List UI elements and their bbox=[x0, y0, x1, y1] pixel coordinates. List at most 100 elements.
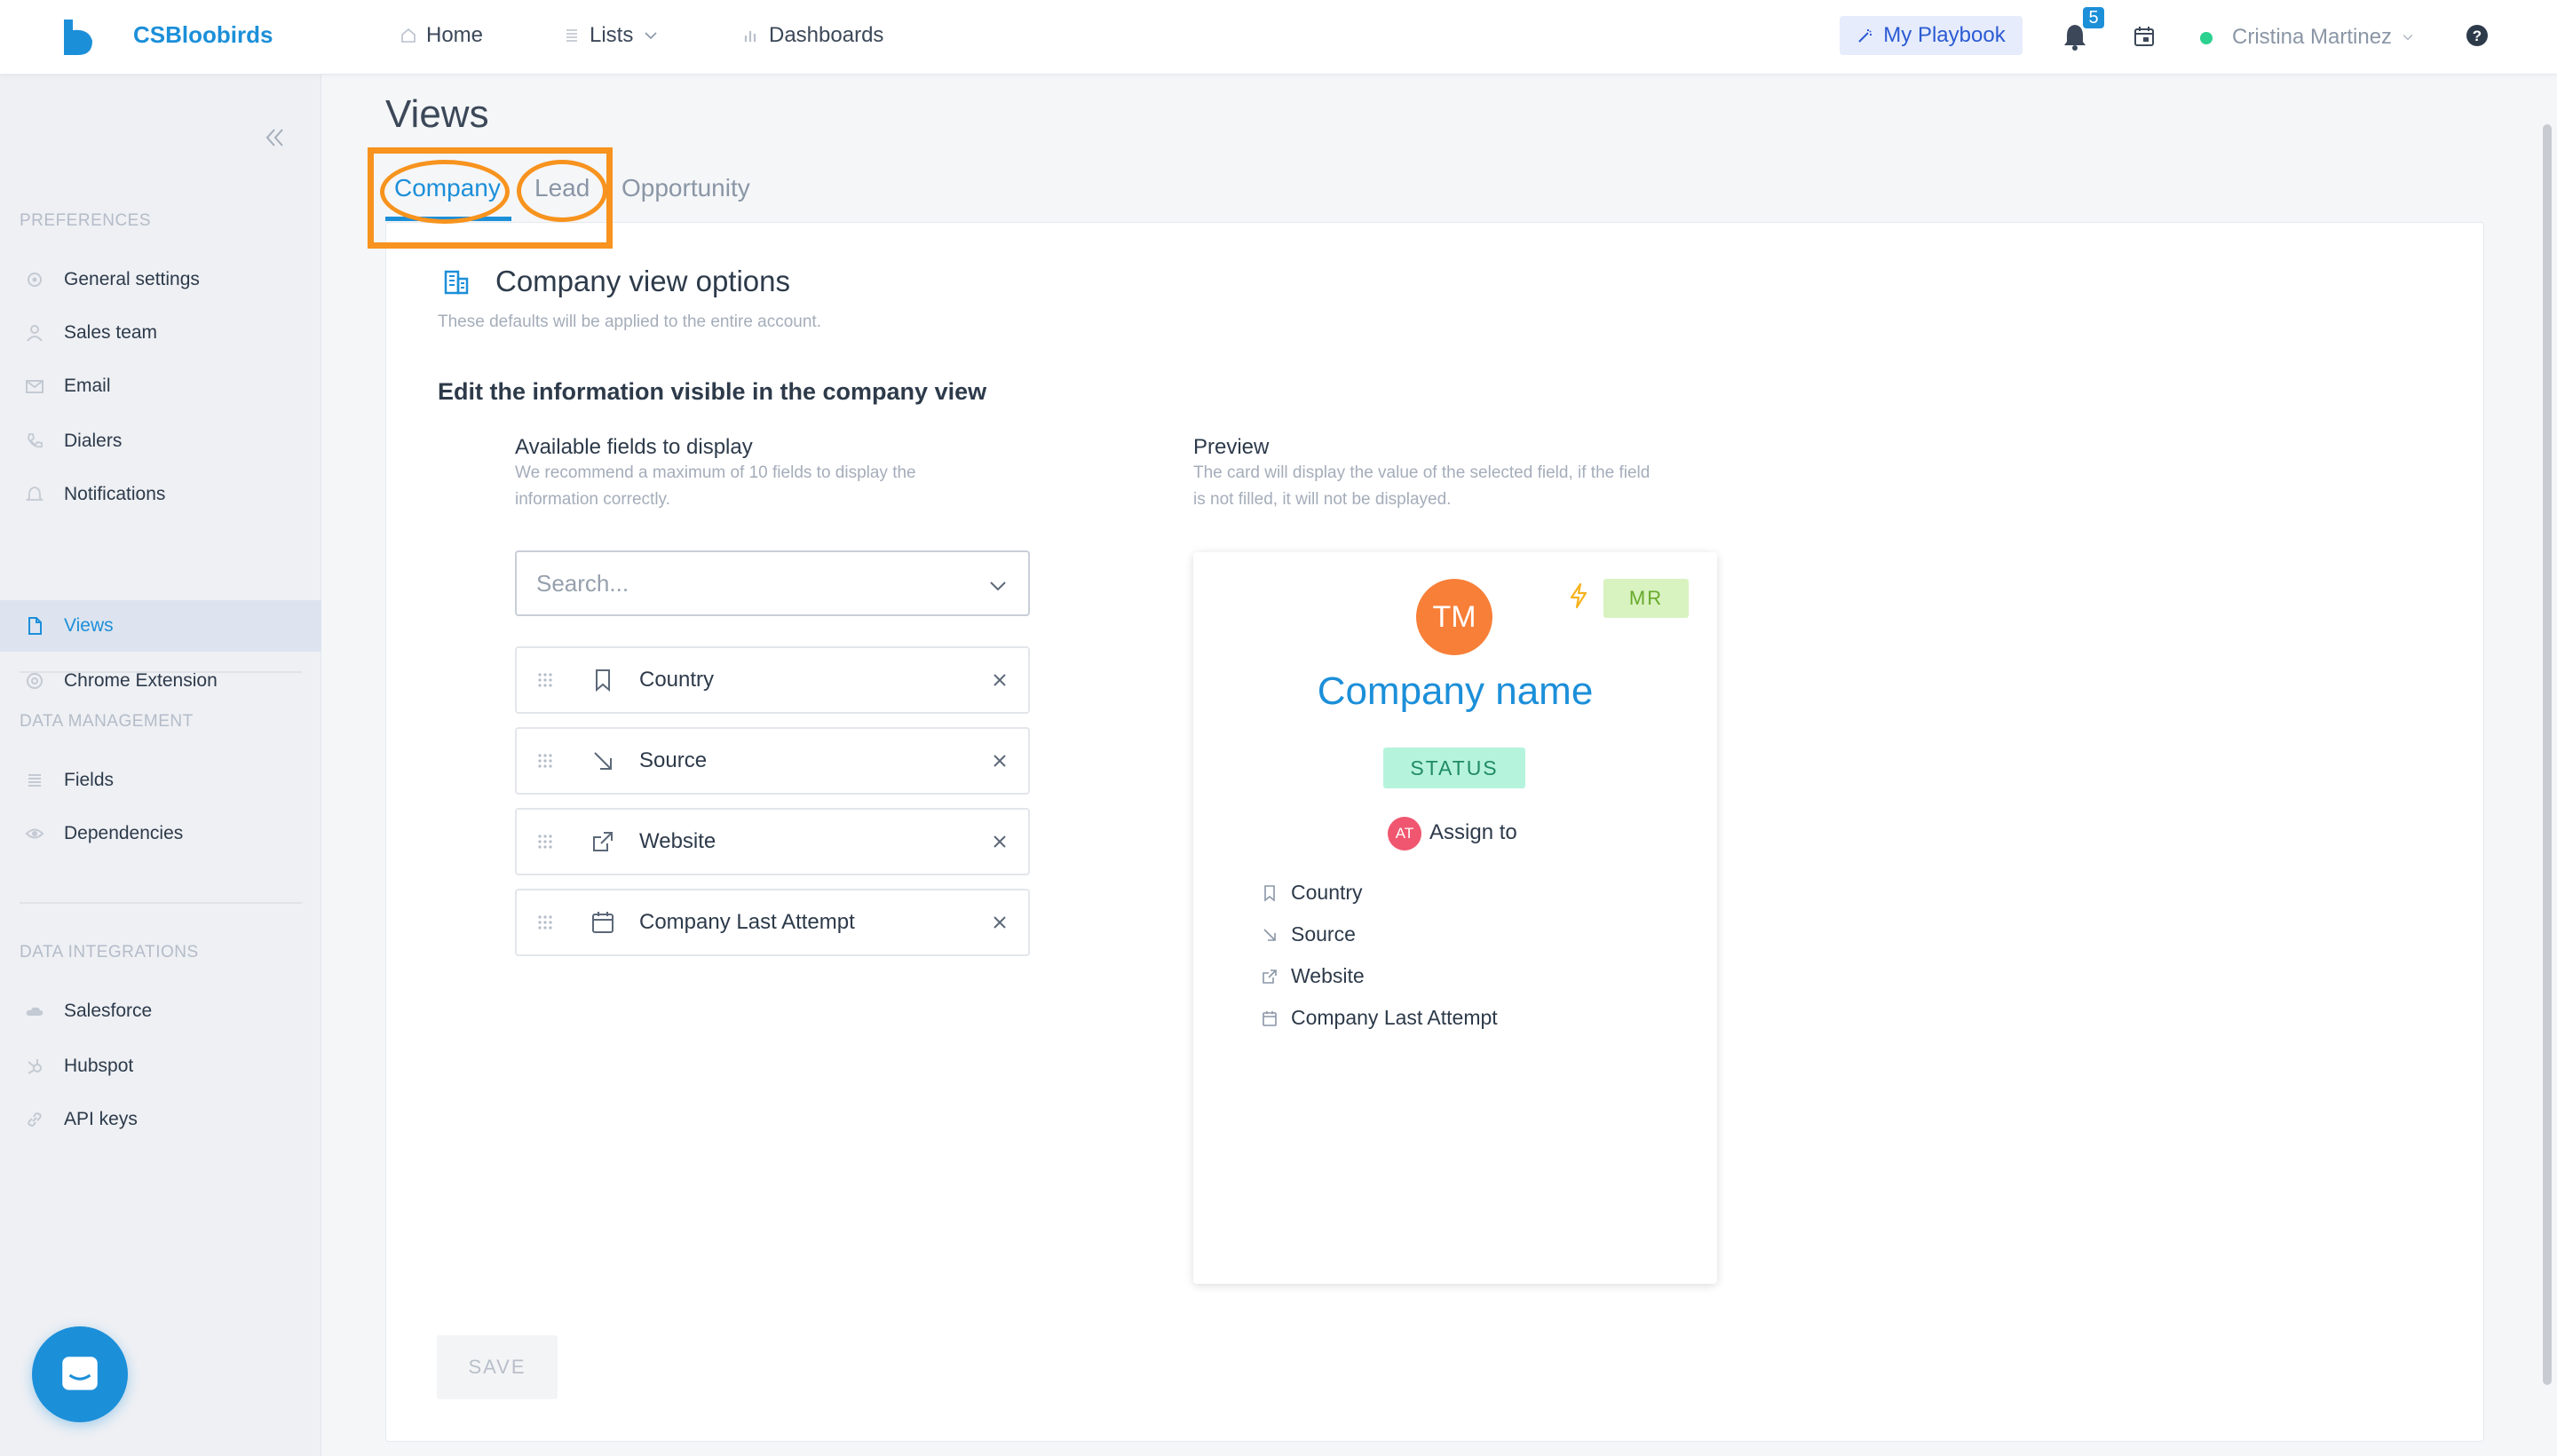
field-search-dropdown[interactable]: Search... bbox=[515, 550, 1030, 616]
user-menu[interactable]: Cristina Martinez bbox=[2232, 25, 2415, 50]
preview-field-company-last-attempt: Company Last Attempt bbox=[1261, 1006, 1498, 1030]
sidebar-item-label: Email bbox=[64, 376, 111, 396]
external-link-icon bbox=[593, 832, 613, 851]
section-data-integrations: DATA INTEGRATIONS bbox=[20, 943, 199, 961]
owner-badge: MR bbox=[1603, 579, 1689, 618]
preview-heading: Preview bbox=[1193, 435, 1270, 459]
field-row-source[interactable]: Source bbox=[515, 727, 1030, 795]
sidebar-item-views[interactable]: Views bbox=[0, 600, 321, 652]
drag-handle-icon[interactable] bbox=[536, 914, 554, 931]
page-title: Views bbox=[385, 92, 489, 136]
search-placeholder: Search... bbox=[536, 569, 629, 597]
company-card-preview bbox=[1193, 552, 1717, 1284]
available-fields-hint: We recommend a maximum of 10 fields to d… bbox=[515, 463, 916, 482]
sidebar-item-dialers[interactable]: Dialers bbox=[0, 415, 321, 467]
calendar-icon[interactable] bbox=[2133, 25, 2156, 48]
sidebar-divider bbox=[20, 902, 302, 904]
card-title: Company view options bbox=[495, 265, 790, 297]
drag-handle-icon[interactable] bbox=[536, 752, 554, 770]
nav-home[interactable]: Home bbox=[400, 23, 483, 48]
sidebar-item-chrome-extension[interactable]: Chrome Extension bbox=[0, 655, 321, 707]
hubspot-icon bbox=[28, 1059, 42, 1074]
bloobirds-logo-icon[interactable] bbox=[62, 18, 98, 57]
document-icon bbox=[28, 617, 42, 635]
sidebar-divider bbox=[20, 671, 302, 673]
sidebar-item-notifications[interactable]: Notifications bbox=[0, 469, 321, 520]
nav-dashboards-label: Dashboards bbox=[769, 23, 884, 47]
salesforce-cloud-icon bbox=[26, 1007, 44, 1016]
sidebar-item-hubspot[interactable]: Hubspot bbox=[0, 1041, 321, 1092]
field-row-company-last-attempt[interactable]: Company Last Attempt bbox=[515, 889, 1030, 956]
card-subtitle: These defaults will be applied to the en… bbox=[438, 313, 821, 331]
settings-sidebar: PREFERENCES General settings Sales team … bbox=[0, 75, 321, 1456]
chevron-down-icon bbox=[645, 32, 657, 40]
sidebar-item-label: Dialers bbox=[64, 431, 123, 451]
my-playbook-button[interactable]: My Playbook bbox=[1840, 16, 2023, 55]
field-label: Company Last Attempt bbox=[639, 910, 855, 934]
collapse-sidebar-icon[interactable] bbox=[261, 124, 288, 151]
page-scrollbar[interactable] bbox=[2543, 124, 2552, 1385]
bar-chart-icon bbox=[744, 31, 756, 42]
app-name[interactable]: CSBloobirds bbox=[133, 21, 273, 49]
preview-field-country: Country bbox=[1261, 881, 1363, 905]
list-icon bbox=[566, 29, 577, 42]
company-avatar: TM bbox=[1416, 579, 1492, 655]
nav-lists[interactable]: Lists bbox=[563, 23, 660, 48]
my-playbook-label: My Playbook bbox=[1883, 23, 2006, 47]
save-button[interactable]: SAVE bbox=[437, 1335, 558, 1399]
preview-field-website: Website bbox=[1261, 964, 1365, 988]
sidebar-item-label: Fields bbox=[64, 770, 115, 790]
notification-count-badge: 5 bbox=[2081, 5, 2106, 30]
user-icon bbox=[27, 325, 43, 342]
assign-to-label: Assign to bbox=[1429, 820, 1517, 844]
nav-dashboards[interactable]: Dashboards bbox=[742, 23, 883, 48]
gear-icon bbox=[28, 273, 42, 287]
status-badge: STATUS bbox=[1383, 748, 1525, 788]
preview-field-source: Source bbox=[1261, 922, 1356, 946]
sidebar-item-salesforce[interactable]: Salesforce bbox=[0, 985, 321, 1037]
close-icon[interactable] bbox=[991, 914, 1009, 931]
svg-text:?: ? bbox=[2473, 28, 2482, 44]
sidebar-item-email[interactable]: Email bbox=[0, 360, 321, 412]
sidebar-item-fields[interactable]: Fields bbox=[0, 755, 321, 806]
sidebar-item-api-keys[interactable]: API keys bbox=[0, 1094, 321, 1145]
preview-field-label: Source bbox=[1291, 922, 1356, 946]
chat-launcher-button[interactable] bbox=[32, 1326, 128, 1422]
bookmark-icon bbox=[596, 669, 610, 692]
close-icon[interactable] bbox=[991, 752, 1009, 770]
calendar-icon bbox=[1263, 1010, 1277, 1026]
close-icon[interactable] bbox=[991, 671, 1009, 689]
sidebar-item-label: Hubspot bbox=[64, 1056, 134, 1076]
chevron-down-icon bbox=[990, 582, 1006, 591]
chat-icon bbox=[62, 1357, 98, 1390]
calendar-icon bbox=[592, 912, 614, 933]
nav-lists-label: Lists bbox=[590, 23, 634, 47]
sidebar-item-general-settings[interactable]: General settings bbox=[0, 254, 321, 305]
sidebar-item-sales-team[interactable]: Sales team bbox=[0, 307, 321, 359]
close-icon[interactable] bbox=[991, 833, 1009, 851]
field-row-website[interactable]: Website bbox=[515, 808, 1030, 875]
available-fields-hint: information correctly. bbox=[515, 490, 670, 509]
drag-handle-icon[interactable] bbox=[536, 833, 554, 851]
section-heading: Edit the information visible in the comp… bbox=[438, 378, 987, 405]
arrow-down-right-icon bbox=[594, 752, 612, 770]
sidebar-item-dependencies[interactable]: Dependencies bbox=[0, 808, 321, 859]
magic-wand-icon bbox=[1858, 29, 1872, 43]
eye-icon bbox=[25, 828, 44, 839]
link-icon bbox=[28, 1112, 42, 1127]
user-name: Cristina Martinez bbox=[2232, 25, 2393, 49]
drag-handle-icon[interactable] bbox=[536, 671, 554, 689]
preview-hint: The card will display the value of the s… bbox=[1193, 463, 1651, 482]
section-preferences: PREFERENCES bbox=[20, 211, 152, 230]
company-name: Company name bbox=[1317, 669, 1594, 713]
available-fields-heading: Available fields to display bbox=[515, 435, 753, 459]
lightning-icon bbox=[1570, 582, 1587, 609]
field-row-country[interactable]: Country bbox=[515, 646, 1030, 714]
field-label: Source bbox=[639, 748, 708, 772]
preview-hint: is not filled, it will not be displayed. bbox=[1193, 490, 1452, 509]
mail-icon bbox=[26, 380, 44, 393]
home-icon bbox=[401, 28, 416, 43]
tab-opportunity[interactable]: Opportunity bbox=[621, 174, 750, 202]
field-label: Website bbox=[639, 829, 716, 853]
help-icon[interactable]: ? bbox=[2465, 23, 2490, 48]
